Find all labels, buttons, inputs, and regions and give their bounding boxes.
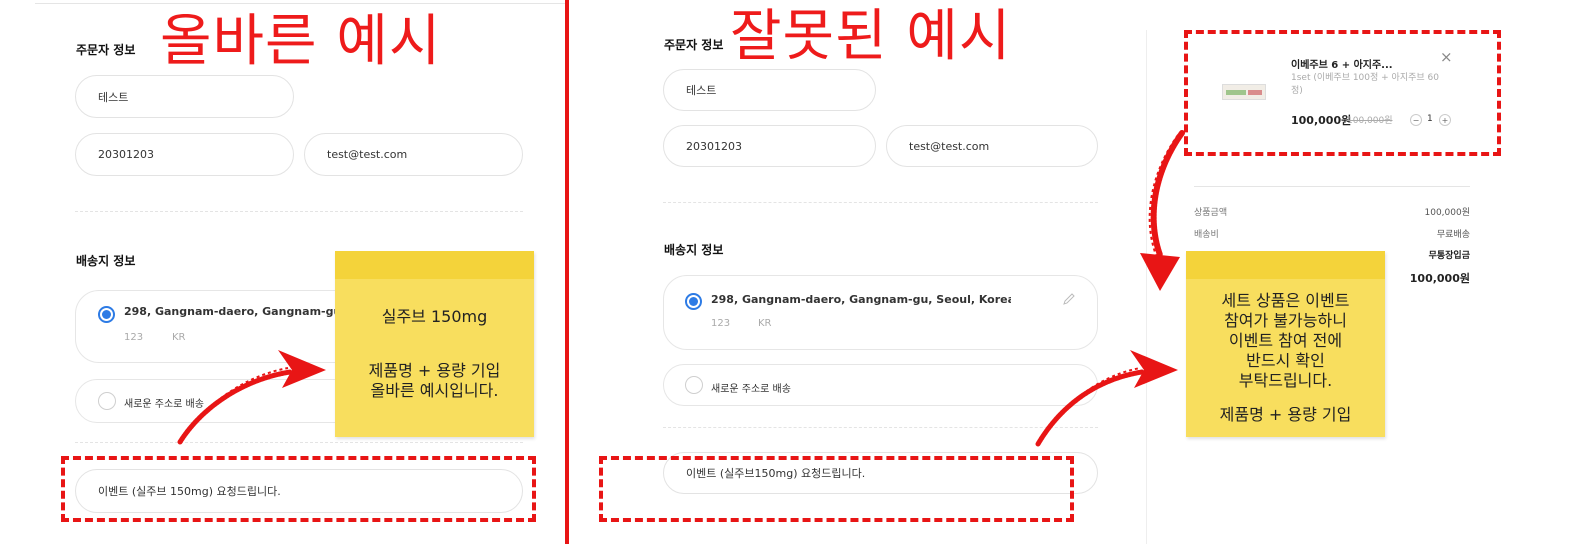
shipping-info-label: 배송지 정보 [664,243,724,257]
note-line: 올바른 예시입니다. [370,381,499,400]
phone-field[interactable]: 20301203 [663,125,876,167]
product-amount-value: 100,000원 [1424,208,1471,218]
new-address-radio[interactable] [685,376,703,394]
address-text: 298, Gangnam-daero, Gangnam-gu, Seoul, K… [711,293,1011,306]
highlight-box-memo-wrong [599,456,1074,522]
highlight-box-set-product [1184,30,1501,156]
address-radio-selected[interactable] [98,306,115,323]
orderer-info-label: 주문자 정보 [76,43,136,57]
note-line: 부탁드립니다. [1238,371,1333,390]
note-line: 실주브 150mg [381,307,488,326]
arrow-icon [1035,350,1178,447]
name-field[interactable]: 테스트 [75,75,294,118]
new-address-radio[interactable] [98,392,116,410]
sticky-band [1186,251,1385,279]
address-country: KR [758,318,772,329]
note-line: 제품명 + 용량 기입 [368,361,501,380]
note-line: 이벤트 참여 전에 [1228,331,1343,350]
address-radio-selected[interactable] [685,293,702,310]
name-field[interactable]: 테스트 [663,69,876,111]
section-divider [663,202,1098,203]
arrow-icon [177,350,326,445]
note-line: 제품명 + 용량 기입 [1219,405,1352,424]
right-title: 잘못된 예시 [730,4,1012,69]
summary-divider [1194,186,1470,187]
address-card[interactable] [663,275,1098,350]
sticky-band [335,251,534,279]
payment-method-value: 무통장입금 [1428,251,1470,261]
shipping-fee-value: 무료배송 [1436,230,1470,240]
section-divider [75,211,523,212]
sticky-note-wrong: 세트 상품은 이벤트 참여가 불가능하니 이벤트 참여 전에 반드시 확인 부탁… [1186,251,1385,437]
new-address-label: 새로운 주소로 배송 [711,384,791,395]
address-zip: 123 [124,332,144,343]
note-line: 반드시 확인 [1246,351,1325,370]
shipping-info-label: 배송지 정보 [76,254,136,268]
top-border-line [35,3,565,4]
total-amount-value: 100,000원 [1409,272,1470,285]
edit-pencil-icon[interactable] [1062,292,1076,306]
center-red-divider [565,0,569,544]
email-field[interactable]: test@test.com [886,125,1098,167]
left-title: 올바른 예시 [160,9,442,74]
orderer-info-label: 주문자 정보 [664,38,724,52]
arrow-icon [1140,130,1185,291]
email-field[interactable]: test@test.com [304,133,523,176]
address-text: 298, Gangnam-daero, Gangnam-gu, Seoul, K… [124,305,338,318]
note-line: 세트 상품은 이벤트 [1221,291,1350,310]
address-zip: 123 [711,318,731,329]
phone-field[interactable]: 20301203 [75,133,294,176]
sticky-note-correct: 실주브 150mg 제품명 + 용량 기입 올바른 예시입니다. [335,251,534,437]
note-line: 참여가 불가능하니 [1224,311,1347,330]
highlight-box-memo-correct [61,456,536,522]
